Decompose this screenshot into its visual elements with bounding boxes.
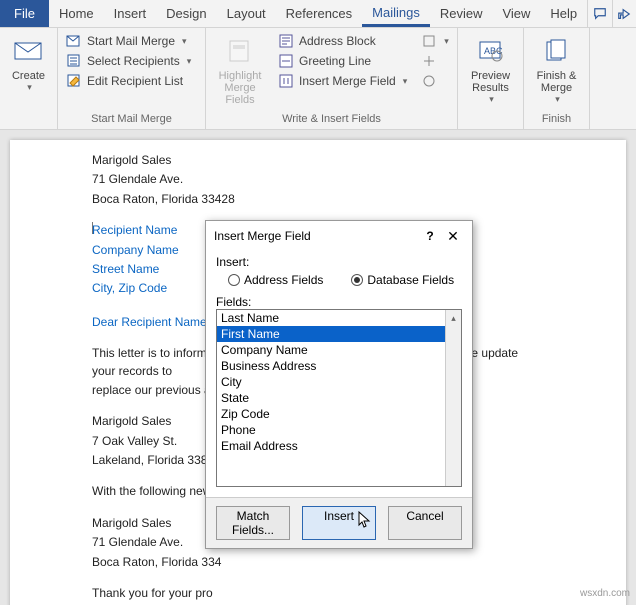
insert-merge-field-dialog: Insert Merge Field ? ✕ Insert: Address F… [205, 220, 473, 549]
placeholder-street-name[interactable]: Street Name [92, 262, 159, 276]
field-item[interactable]: Business Address [217, 358, 461, 374]
insert-merge-field-button[interactable]: Insert Merge Field▾ [276, 72, 409, 90]
finish-icon [540, 34, 574, 68]
update-icon [421, 73, 437, 89]
insert-label: Insert: [216, 255, 462, 269]
sender-line: Boca Raton, Florida 33428 [92, 191, 544, 208]
finish-label: Finish & Merge [530, 70, 583, 94]
tab-review[interactable]: Review [430, 0, 493, 27]
radio-dot [228, 274, 240, 286]
cursor-icon [357, 511, 371, 529]
file-tab[interactable]: File [0, 0, 49, 27]
start-mail-merge-label: Start Mail Merge [87, 34, 175, 48]
preview-label: Preview Results [464, 70, 517, 94]
body-text: This letter is to inform [92, 346, 207, 360]
address-block-icon [278, 33, 294, 49]
mail-merge-icon [66, 33, 82, 49]
comments-icon[interactable] [587, 0, 611, 27]
radio-address-label: Address Fields [244, 273, 323, 287]
match-icon [421, 53, 437, 69]
field-item[interactable]: Last Name [217, 310, 461, 326]
group-label-write-insert: Write & Insert Fields [206, 111, 457, 129]
greeting-line-label: Greeting Line [299, 54, 371, 68]
edit-list-icon [66, 73, 82, 89]
dialog-close-button[interactable]: ✕ [440, 228, 466, 245]
preview-icon: ABC [474, 34, 508, 68]
placeholder-company-name[interactable]: Company Name [92, 243, 179, 257]
tab-view[interactable]: View [492, 0, 540, 27]
match-fields-button[interactable] [419, 52, 451, 70]
body-text: Thank you for your pro [92, 585, 544, 602]
preview-results-button[interactable]: ABC Preview Results ▾ [464, 32, 517, 111]
create-button[interactable]: Create ▾ [6, 32, 51, 111]
radio-dot [351, 274, 363, 286]
highlight-label: Highlight Merge Fields [212, 70, 268, 106]
field-item[interactable]: State [217, 390, 461, 406]
tab-design[interactable]: Design [156, 0, 216, 27]
rules-button[interactable]: ▾ [419, 32, 451, 50]
edit-recipient-list-label: Edit Recipient List [87, 74, 183, 88]
fields-listbox[interactable]: Last NameFirst NameCompany NameBusiness … [216, 309, 462, 487]
envelope-icon [12, 34, 46, 68]
merge-field-icon [278, 73, 294, 89]
share-icon[interactable] [612, 0, 636, 27]
start-mail-merge-button[interactable]: Start Mail Merge▾ [64, 32, 193, 50]
select-recipients-button[interactable]: Select Recipients▾ [64, 52, 193, 70]
chevron-down-icon: ▾ [489, 94, 494, 105]
highlight-icon [223, 34, 257, 68]
group-label-start-merge: Start Mail Merge [58, 111, 205, 129]
group-label [0, 111, 57, 129]
tab-home[interactable]: Home [49, 0, 104, 27]
sender-line: Marigold Sales [92, 152, 544, 169]
insert-merge-field-label: Insert Merge Field [299, 74, 396, 88]
tab-layout[interactable]: Layout [217, 0, 276, 27]
greeting-line-button[interactable]: Greeting Line [276, 52, 409, 70]
field-item[interactable]: First Name [217, 326, 461, 342]
highlight-merge-fields-button[interactable]: Highlight Merge Fields [212, 32, 268, 111]
address-block-label: Address Block [299, 34, 376, 48]
insert-button[interactable]: Insert [302, 506, 376, 540]
radio-database-fields[interactable]: Database Fields [351, 273, 454, 287]
insert-button-label: Insert [324, 509, 354, 523]
edit-recipient-list-button[interactable]: Edit Recipient List [64, 72, 193, 90]
chevron-down-icon: ▾ [555, 94, 560, 105]
address-block-button[interactable]: Address Block [276, 32, 409, 50]
finish-merge-button[interactable]: Finish & Merge ▾ [530, 32, 583, 111]
group-label [458, 111, 523, 129]
field-item[interactable]: Company Name [217, 342, 461, 358]
field-item[interactable]: Zip Code [217, 406, 461, 422]
field-item[interactable]: Phone [217, 422, 461, 438]
select-recipients-label: Select Recipients [87, 54, 180, 68]
dialog-title: Insert Merge Field [214, 229, 420, 243]
tab-insert[interactable]: Insert [104, 0, 157, 27]
chevron-down-icon: ▾ [27, 82, 32, 93]
group-label-finish: Finish [524, 111, 589, 129]
field-item[interactable]: City [217, 374, 461, 390]
scrollbar[interactable]: ▴ [445, 310, 461, 486]
svg-text:ABC: ABC [484, 46, 503, 56]
placeholder-city-zip[interactable]: City, Zip Code [92, 281, 167, 295]
tab-mailings[interactable]: Mailings [362, 0, 430, 27]
dialog-help-button[interactable]: ? [420, 229, 440, 243]
tab-help[interactable]: Help [540, 0, 587, 27]
update-labels-button[interactable] [419, 72, 451, 90]
greeting-icon [278, 53, 294, 69]
new-address: Boca Raton, Florida 334 [92, 554, 544, 571]
rules-icon [421, 33, 437, 49]
placeholder-recipient-name[interactable]: Recipient Name [92, 223, 177, 237]
radio-database-label: Database Fields [367, 273, 454, 287]
field-item[interactable]: Email Address [217, 438, 461, 454]
create-label: Create [12, 70, 45, 82]
cancel-button[interactable]: Cancel [388, 506, 462, 540]
watermark: wsxdn.com [580, 588, 630, 599]
radio-address-fields[interactable]: Address Fields [228, 273, 323, 287]
fields-label: Fields: [216, 295, 462, 309]
recipients-icon [66, 53, 82, 69]
scroll-up-icon[interactable]: ▴ [446, 310, 461, 326]
tab-references[interactable]: References [276, 0, 362, 27]
match-fields-button[interactable]: Match Fields... [216, 506, 290, 540]
sender-line: 71 Glendale Ave. [92, 171, 544, 188]
